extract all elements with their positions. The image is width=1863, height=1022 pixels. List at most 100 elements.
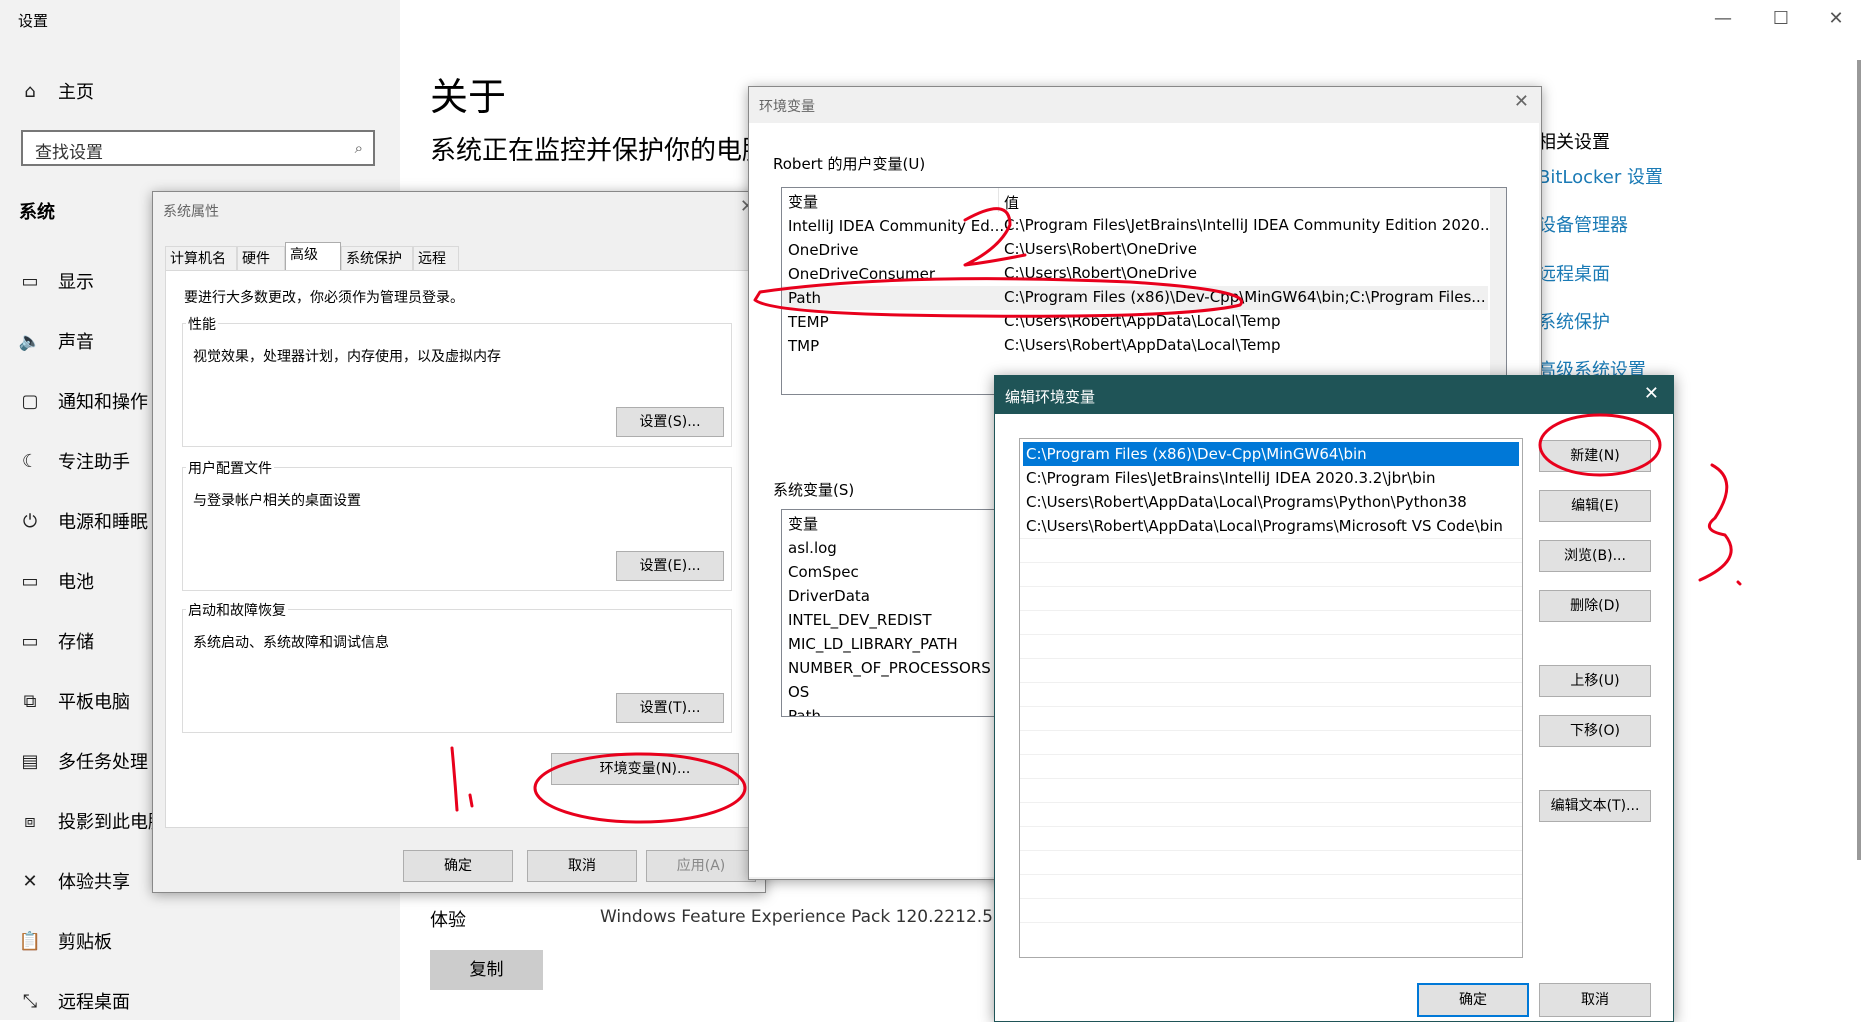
table-row[interactable]: OneDrive [788, 238, 859, 262]
table-row-path[interactable]: Path [788, 286, 821, 310]
moon-icon: ☾ [21, 450, 39, 472]
edit-button[interactable]: 编辑(E) [1539, 490, 1651, 522]
remote-icon: ⤡ [22, 990, 38, 1012]
experience-value: Windows Feature Experience Pack 120.2212… [600, 907, 1031, 927]
home-icon: ⌂ [24, 80, 36, 102]
list-item[interactable]: C:\Users\Robert\AppData\Local\Programs\M… [1026, 514, 1503, 538]
list-item[interactable]: C:\Users\Robert\AppData\Local\Programs\P… [1026, 490, 1467, 514]
table-row[interactable]: ComSpec [788, 560, 859, 584]
copy-button[interactable]: 复制 [430, 950, 543, 990]
minimize-button[interactable]: — [1700, 8, 1746, 29]
table-row[interactable]: TEMP [788, 310, 829, 334]
table-row[interactable]: NUMBER_OF_PROCESSORS [788, 656, 991, 680]
ok-button[interactable]: 确定 [1417, 983, 1529, 1017]
nav-clipboard[interactable]: 📋 剪贴板 [18, 926, 112, 956]
nav-label: 显示 [58, 272, 94, 293]
close-icon[interactable]: ✕ [1514, 91, 1529, 112]
tab-remote[interactable]: 远程 [413, 246, 459, 270]
nav-focus-assist[interactable]: ☾ 专注助手 [18, 446, 130, 476]
nav-sound[interactable]: 🔈 声音 [18, 326, 94, 356]
col-header-value[interactable]: 值 [1004, 192, 1019, 213]
profile-text: 与登录帐户相关的桌面设置 [193, 493, 361, 509]
environment-variables-button[interactable]: 环境变量(N)... [551, 753, 739, 785]
maximize-button[interactable]: ☐ [1758, 8, 1804, 29]
nav-remote-desktop[interactable]: ⤡ 远程桌面 [18, 986, 130, 1016]
search-input[interactable]: 查找设置 ⌕ [21, 130, 375, 166]
tab-panel: 要进行大多数更改，你必须作为管理员登录。 性能 视觉效果，处理器计划，内存使用，… [165, 270, 751, 828]
link-device-manager[interactable]: 设备管理器 [1538, 211, 1628, 237]
table-row[interactable]: MIC_LD_LIBRARY_PATH [788, 632, 958, 656]
apply-button[interactable]: 应用(A) [646, 850, 756, 882]
path-entries-list[interactable]: C:\Program Files (x86)\Dev-Cpp\MinGW64\b… [1019, 438, 1523, 958]
share-icon: ✕ [22, 870, 38, 892]
nav-tablet[interactable]: ⧉ 平板电脑 [18, 686, 130, 716]
nav-display[interactable]: ▭ 显示 [18, 266, 94, 296]
nav-label: 电池 [58, 572, 94, 593]
nav-storage[interactable]: ▭ 存储 [18, 626, 94, 656]
scrollbar[interactable] [1490, 188, 1506, 394]
annotation-mark-3 [1698, 463, 1742, 586]
dialog-title: 系统属性 [163, 204, 219, 220]
cancel-button[interactable]: 取消 [1539, 983, 1651, 1017]
browse-button[interactable]: 浏览(B)... [1539, 540, 1651, 572]
nav-multitasking[interactable]: ▤ 多任务处理 [18, 746, 148, 776]
table-row[interactable]: OneDriveConsumer [788, 262, 935, 286]
ok-button[interactable]: 确定 [403, 850, 513, 882]
clipboard-icon: 📋 [18, 930, 42, 952]
move-up-button[interactable]: 上移(U) [1539, 665, 1651, 697]
link-bitlocker[interactable]: BitLocker 设置 [1538, 163, 1663, 189]
col-header-var[interactable]: 变量 [788, 512, 818, 536]
nav-power-sleep[interactable]: ⏻ 电源和睡眠 [18, 506, 148, 536]
nav-label: 剪贴板 [58, 932, 112, 953]
startup-label: 启动和故障恢复 [186, 600, 288, 620]
link-remote-desktop[interactable]: 远程桌面 [1538, 260, 1610, 286]
tab-hardware[interactable]: 硬件 [237, 246, 285, 270]
user-vars-list[interactable]: 变量 值 IntelliJ IDEA Community Ed... C:\Pr… [781, 187, 1507, 395]
dialog-title: 环境变量 [759, 99, 815, 115]
list-item[interactable]: C:\Program Files (x86)\Dev-Cpp\MinGW64\b… [1026, 442, 1367, 466]
table-row[interactable]: INTEL_DEV_REDIST [788, 608, 932, 632]
scrollbar[interactable] [1857, 60, 1861, 860]
table-row[interactable]: Path [788, 704, 821, 716]
table-row[interactable]: IntelliJ IDEA Community Ed... [788, 214, 1004, 238]
tab-advanced[interactable]: 高级 [285, 242, 341, 270]
nav-battery[interactable]: ▭ 电池 [18, 566, 94, 596]
multitask-icon: ▤ [21, 750, 39, 772]
nav-project[interactable]: ⧈ 投影到此电脑 [18, 806, 166, 836]
profile-settings-button[interactable]: 设置(E)... [616, 551, 724, 581]
list-item[interactable]: C:\Program Files\JetBrains\IntelliJ IDEA… [1026, 466, 1436, 490]
nav-notifications[interactable]: ▢ 通知和操作 [18, 386, 148, 416]
column-divider [998, 188, 999, 212]
table-row[interactable]: OS [788, 680, 809, 704]
edit-env-dialog: 编辑环境变量 ✕ C:\Program Files (x86)\Dev-Cpp\… [994, 375, 1674, 1022]
move-down-button[interactable]: 下移(O) [1539, 715, 1651, 747]
performance-settings-button[interactable]: 设置(S)... [616, 407, 724, 437]
page-title: 关于 [430, 75, 507, 119]
edit-text-button[interactable]: 编辑文本(T)... [1539, 790, 1651, 822]
close-button[interactable]: ✕ [1813, 8, 1859, 29]
notification-icon: ▢ [21, 390, 39, 412]
startup-settings-button[interactable]: 设置(T)... [616, 693, 724, 723]
performance-text: 视觉效果，处理器计划，内存使用，以及虚拟内存 [193, 349, 501, 365]
delete-button[interactable]: 删除(D) [1539, 590, 1651, 622]
new-button[interactable]: 新建(N) [1539, 440, 1651, 472]
battery-icon: ▭ [21, 570, 39, 592]
close-icon[interactable]: ✕ [1644, 383, 1659, 404]
tab-system-protection[interactable]: 系统保护 [341, 246, 413, 270]
nav-label: 体验共享 [58, 872, 130, 893]
table-row[interactable]: DriverData [788, 584, 870, 608]
nav-label: 通知和操作 [58, 392, 148, 413]
col-header-var[interactable]: 变量 [788, 190, 818, 214]
nav-home[interactable]: ⌂ 主页 [18, 76, 94, 106]
cancel-button[interactable]: 取消 [527, 850, 637, 882]
link-system-protection[interactable]: 系统保护 [1538, 308, 1610, 334]
table-row[interactable]: asl.log [788, 536, 837, 560]
display-icon: ▭ [21, 270, 39, 292]
page-subtitle: 系统正在监控并保护你的电脑 [430, 136, 769, 166]
table-cell-value: C:\Users\Robert\OneDrive [1004, 264, 1197, 282]
nav-shared-experiences[interactable]: ✕ 体验共享 [18, 866, 130, 896]
table-row[interactable]: TMP [788, 334, 819, 358]
dialog-titlebar [995, 376, 1673, 414]
tab-computer-name[interactable]: 计算机名 [165, 246, 237, 270]
table-cell-value: C:\Users\Robert\AppData\Local\Temp [1004, 336, 1281, 354]
